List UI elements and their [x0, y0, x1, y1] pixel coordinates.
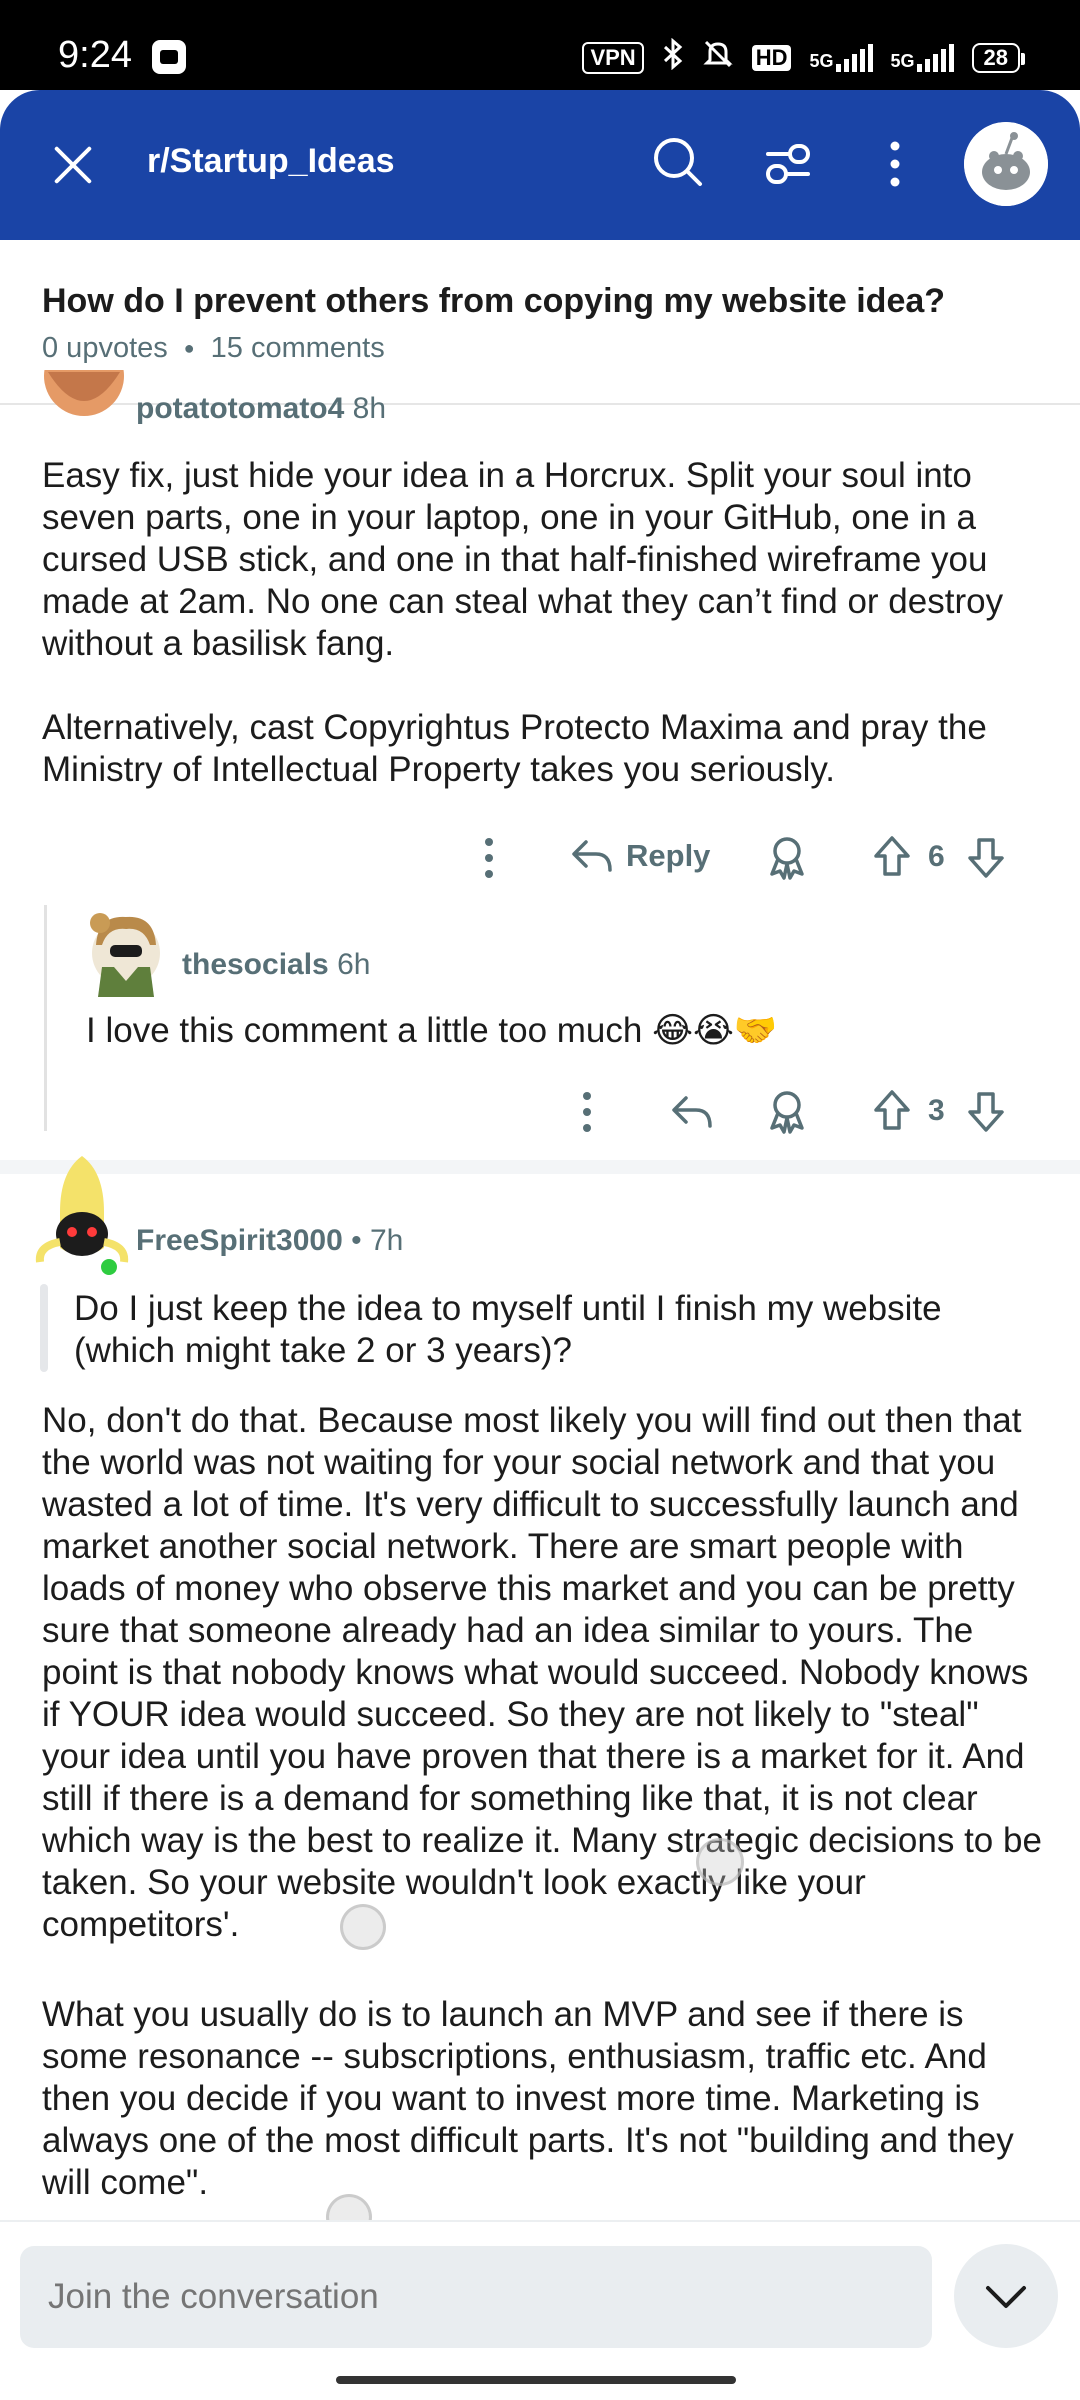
vpn-icon: VPN	[582, 41, 644, 74]
vote-count: 3	[928, 1094, 945, 1127]
chevron-down-icon	[986, 2286, 1026, 2308]
collapse-button[interactable]	[954, 2244, 1058, 2348]
downvote-icon[interactable]	[966, 1090, 1006, 1134]
user-avatar[interactable]	[964, 122, 1048, 206]
downvote-icon[interactable]	[966, 836, 1006, 880]
post-title: How do I prevent others from copying my …	[42, 282, 946, 320]
touch-indicator	[696, 1838, 744, 1886]
comment-body: No, don't do that. Because most likely y…	[42, 1400, 1052, 2204]
comment-paragraph: No, don't do that. Because most likely y…	[42, 1401, 1042, 1944]
more-options-icon[interactable]	[880, 136, 910, 192]
comment-avatar[interactable]	[84, 905, 168, 1001]
upvote-count: 0 upvotes	[42, 332, 168, 364]
comment-paragraph: What you usually do is to launch an MVP …	[42, 1995, 1014, 2202]
meta-separator: ●	[183, 338, 195, 358]
notification-app-icon	[152, 40, 186, 74]
post-meta: 0 upvotes ● 15 comments	[42, 332, 385, 365]
status-bar: 9:24 VPN HD 5G 5G 28	[0, 0, 1080, 90]
status-time: 9:24	[58, 34, 132, 76]
comment-username[interactable]: FreeSpirit3000 • 7h	[136, 1224, 403, 1258]
app-header: r/Startup_Ideas	[0, 90, 1080, 240]
comment-quote: Do I just keep the idea to myself until …	[74, 1289, 942, 1370]
reply-icon[interactable]	[670, 1092, 714, 1132]
comment-more-icon[interactable]	[474, 836, 504, 880]
upvote-icon[interactable]	[872, 834, 912, 878]
status-icons: VPN HD 5G 5G 28	[582, 37, 1026, 77]
award-icon[interactable]	[766, 834, 808, 880]
bottom-bar	[0, 2220, 1080, 2400]
comment-count: 15 comments	[210, 332, 385, 364]
comment-paragraph: Alternatively, cast Copyrightus Protecto…	[42, 708, 987, 789]
reply-button[interactable]: Reply	[570, 836, 710, 876]
mute-bell-icon	[702, 38, 734, 77]
subreddit-title[interactable]: r/Startup_Ideas	[147, 142, 395, 181]
join-conversation-input[interactable]	[20, 2246, 932, 2348]
battery-icon: 28	[971, 42, 1026, 73]
comment-more-icon[interactable]	[572, 1090, 602, 1134]
vote-count: 6	[928, 840, 945, 873]
reply-label: Reply	[626, 838, 711, 873]
close-icon[interactable]	[46, 138, 100, 192]
touch-indicator	[340, 1904, 386, 1950]
upvote-icon[interactable]	[872, 1088, 912, 1132]
signal-icon-1: 5G	[809, 43, 873, 72]
comment-username[interactable]: potatotomato4 8h	[136, 392, 386, 424]
comment-avatar[interactable]	[42, 370, 126, 448]
bluetooth-icon	[662, 37, 684, 77]
online-status-indicator	[98, 1256, 120, 1278]
post-header[interactable]: How do I prevent others from copying my …	[0, 240, 1080, 405]
comment-divider	[0, 1160, 1080, 1174]
comment-body: Easy fix, just hide your idea in a Horcr…	[42, 455, 1042, 791]
signal-icon-2: 5G	[891, 43, 954, 72]
quote-bar	[40, 1284, 48, 1372]
comment-body: I love this comment a little too much 😂😭…	[86, 1011, 778, 1050]
comment-paragraph: Easy fix, just hide your idea in a Horcr…	[42, 456, 1004, 663]
search-icon[interactable]	[650, 134, 706, 190]
award-icon[interactable]	[766, 1088, 808, 1134]
sort-filter-icon[interactable]	[760, 136, 816, 192]
thread-line	[44, 905, 47, 1131]
hd-voice-icon: HD	[751, 44, 792, 71]
home-indicator[interactable]	[336, 2376, 736, 2384]
comment-username[interactable]: thesocials 6h	[182, 948, 370, 982]
